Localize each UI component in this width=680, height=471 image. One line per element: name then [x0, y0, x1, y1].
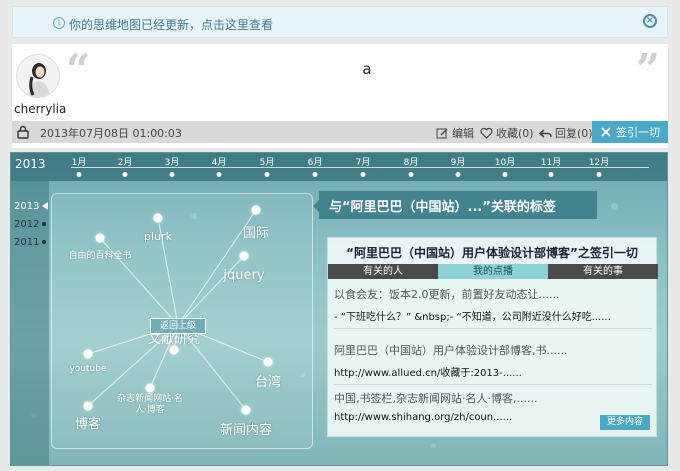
timeline-month-label[interactable]: 5月	[260, 155, 275, 168]
lock-icon	[17, 125, 29, 139]
favorite-label: 收藏(0)	[496, 127, 534, 140]
timeline-year: 2013	[15, 157, 46, 171]
mindmap-node-label[interactable]: 新闻内容	[220, 419, 272, 438]
tools-icon	[601, 127, 611, 137]
post-meta-bar: 2013年07月08日 01:00:03 编辑 收藏(0) 回复(0) 签引一切	[12, 121, 668, 143]
year-label: 2013	[14, 201, 40, 212]
mark-label: 签引一切	[616, 126, 660, 139]
info-icon: i	[53, 17, 65, 29]
mindmap-node-dot[interactable]	[241, 405, 251, 415]
edit-icon	[436, 128, 448, 138]
mindmap-node-dot[interactable]	[263, 357, 273, 367]
year-marker-icon	[42, 240, 47, 244]
mindmap-node-dot[interactable]	[251, 205, 261, 215]
timeline-month-dot[interactable]	[122, 172, 128, 177]
timeline-month-label[interactable]: 8月	[404, 155, 419, 168]
mindmap-node-label[interactable]: jquery	[223, 268, 264, 283]
timeline-month-label[interactable]: 2月	[118, 155, 133, 168]
heart-icon	[480, 127, 493, 139]
more-content-button[interactable]: 更多内容	[600, 415, 650, 430]
entry-subtitle: http://www.allued.cn/收藏于:2013-......	[334, 368, 522, 379]
timeline-month-dot[interactable]	[312, 172, 318, 177]
timeline-bar[interactable]: 2013 1月 2月 3月 4月 5月 6月 7月 8月 9月 10月 11月 12月	[11, 153, 667, 181]
mindmap-node-dot[interactable]	[145, 383, 155, 393]
back-up-button[interactable]: 返回上级	[150, 318, 206, 334]
entry-subtitle: - “下班吃什么？” &nbsp;- “不知道，公司附近没什么好吃......	[334, 312, 611, 323]
card-tab[interactable]: 有关的人	[328, 264, 438, 279]
mindmap-node-dot[interactable]	[83, 349, 93, 359]
related-card: “阿里巴巴（中国站）用户体验设计部博客”之签引一切 有关的人 我的点播 有关的事 以…	[327, 237, 658, 437]
card-tabs: 有关的人 我的点播 有关的事	[328, 264, 658, 279]
timeline-month-dot[interactable]	[502, 172, 508, 177]
post-card: cherrylia “ ” a 2013年07月08日 01:00:03 编辑 …	[12, 44, 668, 148]
post-content: a	[362, 60, 372, 78]
entry-title[interactable]: 以食会友：饭本2.0更新，前置好友动态让......	[334, 286, 652, 302]
year-item[interactable]: 2011	[14, 237, 47, 248]
timeline-month-label[interactable]: 9月	[451, 155, 466, 168]
entry-divider	[334, 328, 652, 329]
entry-title[interactable]: 中国,书签栏,杂志新闻网站·名人·博客,......	[334, 390, 652, 406]
related-tags-title: 与“阿里巴巴（中国站）...”关联的标签	[313, 191, 597, 219]
mindmap-node-dot[interactable]	[153, 213, 163, 223]
close-icon[interactable]: ×	[643, 14, 657, 28]
mindmap-node-label[interactable]: plurk	[144, 230, 172, 243]
mark-everything-button[interactable]: 签引一切	[592, 121, 668, 143]
list-item[interactable]: 以食会友：饭本2.0更新，前置好友动态让...... - “下班吃什么？” &nb…	[334, 286, 652, 323]
timeline-month-label[interactable]: 1月	[72, 155, 87, 168]
timeline-month-label[interactable]: 6月	[308, 155, 323, 168]
year-selector: 2013 2012 2011	[11, 181, 49, 465]
entry-title[interactable]: 阿里巴巴（中国站）用户体验设计部博客,书......	[334, 342, 652, 358]
mindmap-node-dot[interactable]	[95, 233, 105, 243]
year-item[interactable]: 2012	[14, 219, 47, 230]
year-label: 2012	[14, 219, 40, 230]
timeline-month-dot[interactable]	[455, 172, 461, 177]
mindmap-node-label[interactable]: youtube	[69, 364, 106, 374]
timeline-month-dot[interactable]	[360, 172, 366, 177]
reply-label: 回复(0)	[555, 127, 593, 140]
card-tab[interactable]: 我的点播	[438, 264, 548, 279]
timeline-month-label[interactable]: 12月	[589, 155, 609, 168]
post-timestamp: 2013年07月08日 01:00:03	[40, 127, 182, 140]
favorite-button[interactable]: 收藏(0)	[480, 125, 534, 141]
mindmap-node-label[interactable]: 台湾	[255, 371, 281, 390]
year-item[interactable]: 2013	[14, 201, 49, 212]
year-label: 2011	[14, 237, 40, 248]
timeline-month-label[interactable]: 10月	[495, 155, 515, 168]
reply-button[interactable]: 回复(0)	[539, 125, 593, 141]
year-marker-icon	[42, 222, 47, 226]
notice-text[interactable]: 你的思维地图已经更新，点击这里查看	[69, 16, 273, 33]
mindmap-node-dot[interactable]	[239, 251, 249, 261]
timeline-month-dot[interactable]	[216, 172, 222, 177]
list-item[interactable]: 阿里巴巴（中国站）用户体验设计部博客,书...... http://www.all…	[334, 342, 652, 379]
edit-label: 编辑	[452, 127, 474, 140]
mindmap-panel: 2013 1月 2月 3月 4月 5月 6月 7月 8月 9月 10月 11月 12月 2013 201…	[10, 152, 668, 466]
mindmap-node-label[interactable]: 国际	[243, 222, 269, 241]
card-tab[interactable]: 有关的事	[548, 264, 658, 279]
mindmap-node-dot[interactable]	[83, 401, 93, 411]
timeline-month-label[interactable]: 7月	[356, 155, 371, 168]
timeline-month-dot[interactable]	[548, 172, 554, 177]
reply-icon	[539, 128, 552, 138]
card-title: “阿里巴巴（中国站）用户体验设计部博客”之签引一切	[346, 246, 638, 260]
timeline-month-label[interactable]: 4月	[212, 155, 227, 168]
entry-divider	[334, 384, 652, 385]
edit-button[interactable]: 编辑	[436, 125, 474, 141]
timeline-month-dot[interactable]	[264, 172, 270, 177]
timeline-month-label[interactable]: 11月	[541, 155, 561, 168]
username[interactable]: cherrylia	[14, 102, 76, 116]
timeline-month-dot[interactable]	[169, 172, 175, 177]
timeline-month-label[interactable]: 3月	[165, 155, 180, 168]
mindmap-node-label[interactable]: 博客	[75, 413, 101, 432]
mindmap-canvas: plurk 国际 自由的百科全书 jquery youtube 文献研究 台湾 杂志新闻网站·…	[51, 193, 313, 449]
update-notice[interactable]: i 你的思维地图已经更新，点击这里查看 ×	[12, 6, 668, 38]
timeline-month-dot[interactable]	[76, 172, 82, 177]
app-window: i 你的思维地图已经更新，点击这里查看 × cherrylia “ ” a 20…	[0, 0, 680, 471]
mindmap-node-label[interactable]: 自由的百科全书	[68, 248, 131, 261]
timeline-month-dot[interactable]	[596, 172, 602, 177]
year-marker-icon	[42, 202, 49, 210]
timeline-month-dot[interactable]	[408, 172, 414, 177]
mindmap-node-label[interactable]: 杂志新闻网站·名人·博客	[115, 394, 185, 416]
